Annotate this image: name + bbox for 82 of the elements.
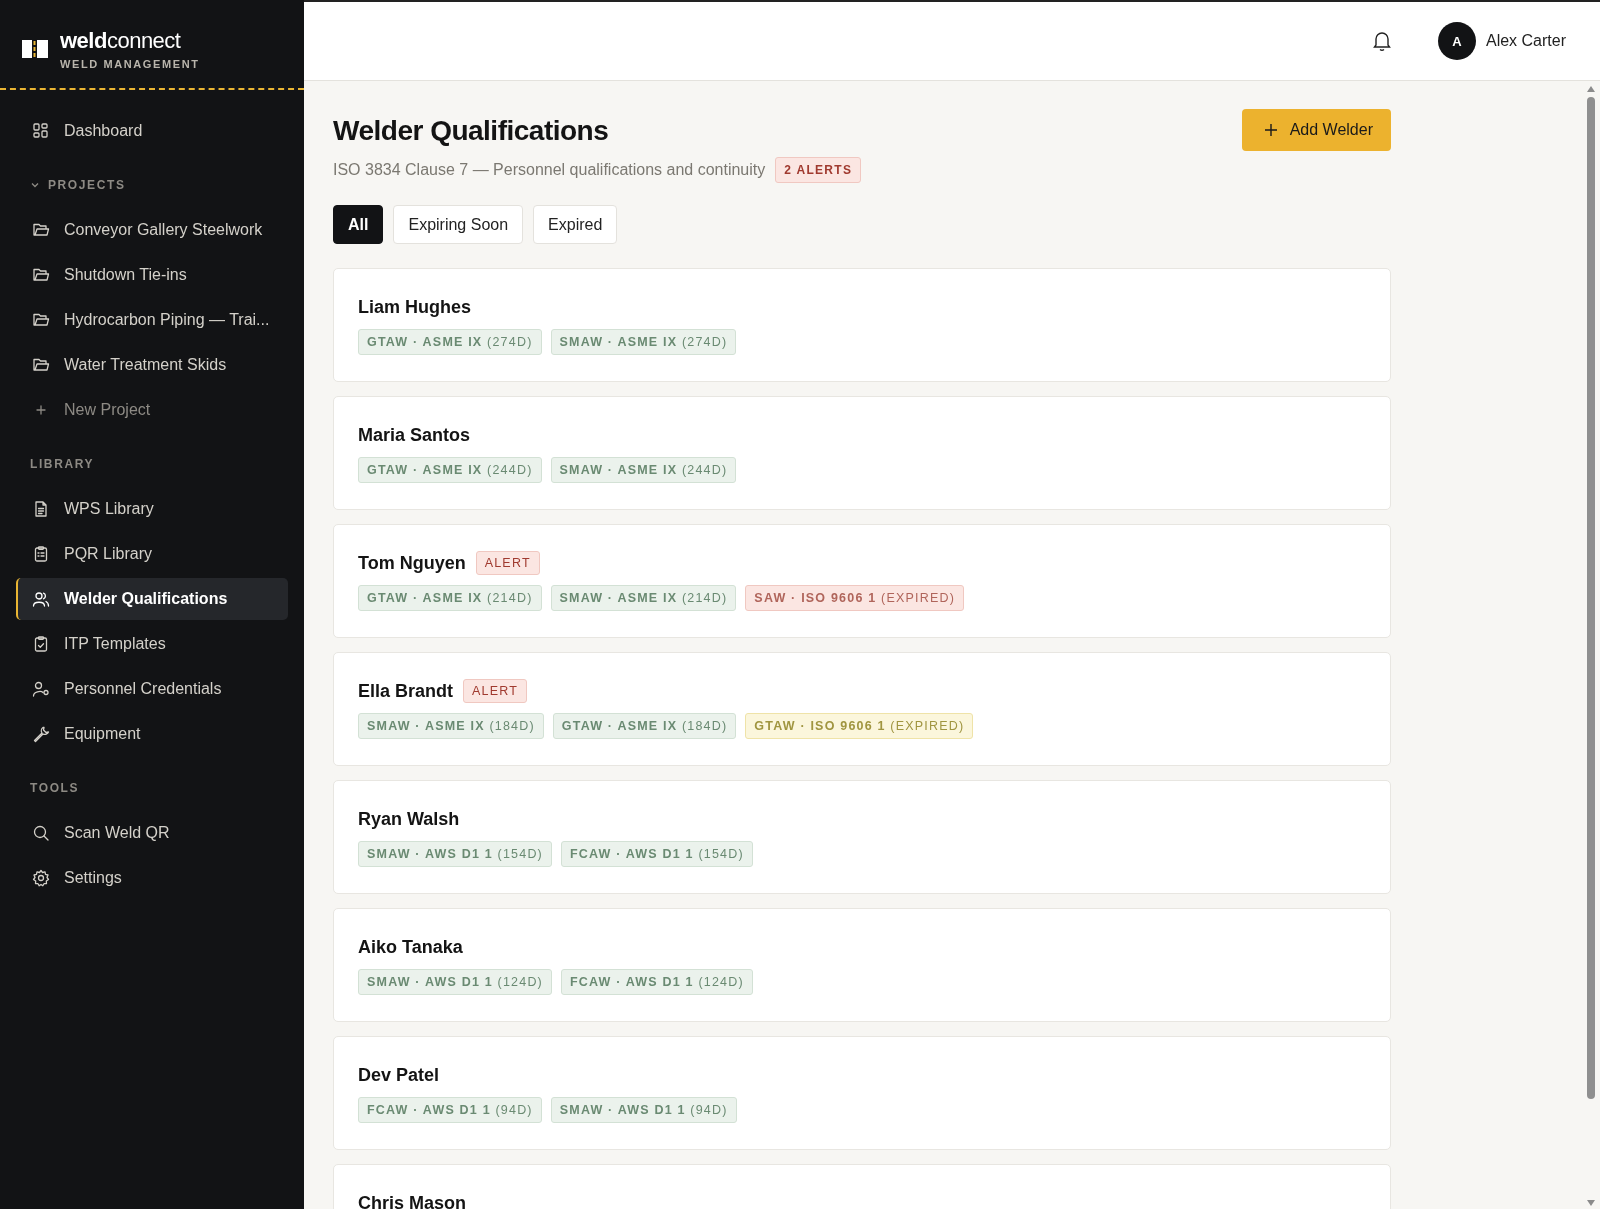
nav-item[interactable]: Personnel Credentials bbox=[16, 668, 288, 710]
folder-icon bbox=[32, 221, 50, 239]
nav-item[interactable]: PQR Library bbox=[16, 533, 288, 575]
search-icon bbox=[32, 824, 50, 842]
welder-name: Dev Patel bbox=[358, 1064, 440, 1086]
nav-item[interactable]: New Project bbox=[16, 389, 288, 431]
qualification-tag: FCAW · AWS D1 1 (124D) bbox=[561, 969, 753, 995]
section-title: PROJECTS bbox=[48, 178, 126, 192]
qualification-tag: GTAW · ISO 9606 1 (EXPIRED) bbox=[745, 713, 974, 739]
settings-icon bbox=[32, 869, 50, 887]
plus-icon bbox=[1263, 123, 1278, 137]
welder-name: Aiko Tanaka bbox=[358, 936, 463, 958]
welder-card[interactable]: Liam Hughes GTAW · ASME IX (274D) SMAW · ASME IX (274D) bbox=[333, 268, 1391, 382]
folder-icon bbox=[32, 311, 50, 329]
page-title: Welder Qualifications bbox=[333, 115, 610, 147]
brand-tagline: WELD MANAGEMENT bbox=[60, 58, 200, 70]
welder-name: Ryan Walsh bbox=[358, 808, 460, 830]
welder-card[interactable]: Ella Brandt ALERT SMAW · ASME IX (184D) GTAW · ASME IX (184D) GTAW · ISO 9606 1 (EXPIRED) bbox=[333, 652, 1391, 766]
people-icon bbox=[32, 590, 50, 608]
welder-name: Maria Santos bbox=[358, 424, 471, 446]
folder-icon bbox=[32, 356, 50, 374]
alert-badge: ALERT bbox=[463, 679, 528, 703]
folder-icon bbox=[32, 266, 50, 284]
nav-item[interactable]: Shutdown Tie-ins bbox=[16, 254, 288, 296]
brand-name: weldconnect bbox=[60, 28, 182, 54]
welder-card[interactable]: Chris Mason bbox=[333, 1164, 1391, 1209]
welder-name: Liam Hughes bbox=[358, 296, 472, 318]
section-title: TOOLS bbox=[30, 781, 80, 795]
welder-name: Ella Brandt bbox=[358, 680, 454, 702]
qualification-tag: SMAW · AWS D1 1 (94D) bbox=[550, 1097, 737, 1123]
clipboard-icon bbox=[32, 545, 50, 563]
welder-card[interactable]: Maria Santos GTAW · ASME IX (244D) SMAW · ASME IX (244D) bbox=[333, 396, 1391, 510]
section-title: LIBRARY bbox=[30, 457, 95, 471]
notification-bell-icon[interactable] bbox=[1371, 30, 1392, 52]
nav-item[interactable]: Equipment bbox=[16, 713, 288, 755]
qualification-tag: SMAW · AWS D1 1 (124D) bbox=[358, 969, 552, 995]
nav-item[interactable]: WPS Library bbox=[16, 488, 288, 530]
page-subtitle: ISO 3834 Clause 7 — Personnel qualifications and continuity bbox=[333, 161, 766, 179]
document-icon bbox=[32, 500, 50, 518]
welder-card[interactable]: Ryan Walsh SMAW · AWS D1 1 (154D) FCAW · AWS D1 1 (154D) bbox=[333, 780, 1391, 894]
qualification-tag: FCAW · AWS D1 1 (154D) bbox=[561, 841, 753, 867]
welder-card[interactable]: Tom Nguyen ALERT GTAW · ASME IX (214D) SMAW · ASME IX (214D) SAW · ISO 9606 1 (EXPIRED) bbox=[333, 524, 1391, 638]
user-avatar[interactable]: A bbox=[1437, 22, 1476, 60]
qualification-tag: FCAW · AWS D1 1 (94D) bbox=[358, 1097, 542, 1123]
welder-name: Chris Mason bbox=[358, 1192, 467, 1209]
filter-tab[interactable]: All bbox=[333, 205, 384, 244]
alert-badge: ALERT bbox=[475, 551, 540, 575]
clipboard-check-icon bbox=[32, 635, 50, 653]
welder-card[interactable]: Aiko Tanaka SMAW · AWS D1 1 (124D) FCAW · AWS D1 1 (124D) bbox=[333, 908, 1391, 1022]
qualification-tag: GTAW · ASME IX (244D) bbox=[358, 457, 542, 483]
person-gear-icon bbox=[32, 680, 50, 698]
dashboard-icon bbox=[32, 122, 50, 140]
logo-icon bbox=[22, 38, 48, 60]
scroll-up-arrow-icon[interactable] bbox=[1586, 85, 1596, 93]
qualification-tag: SMAW · ASME IX (244D) bbox=[550, 457, 737, 483]
chevron-icon[interactable] bbox=[30, 180, 40, 190]
nav-item[interactable]: Settings bbox=[16, 857, 288, 899]
nav-item[interactable]: Welder Qualifications bbox=[16, 578, 288, 620]
nav-item[interactable]: Conveyor Gallery Steelwork bbox=[16, 209, 288, 251]
qualification-tag: SMAW · ASME IX (274D) bbox=[550, 329, 737, 355]
nav-item[interactable]: Dashboard bbox=[16, 110, 288, 152]
scroll-down-arrow-icon[interactable] bbox=[1586, 1199, 1596, 1207]
nav-item[interactable]: Scan Weld QR bbox=[16, 812, 288, 854]
add-welder-button[interactable]: Add Welder bbox=[1241, 109, 1391, 151]
qualification-tag: SMAW · ASME IX (184D) bbox=[358, 713, 544, 739]
scrollbar-thumb[interactable] bbox=[1587, 97, 1595, 1099]
welder-card[interactable]: Dev Patel FCAW · AWS D1 1 (94D) SMAW · AWS D1 1 (94D) bbox=[333, 1036, 1391, 1150]
welder-name: Tom Nguyen bbox=[358, 552, 466, 574]
wrench-icon bbox=[32, 725, 50, 743]
qualification-tag: SMAW · ASME IX (214D) bbox=[550, 585, 737, 611]
filter-tab[interactable]: Expired bbox=[533, 205, 618, 244]
qualification-tag: SMAW · AWS D1 1 (154D) bbox=[358, 841, 552, 867]
nav-item[interactable]: ITP Templates bbox=[16, 623, 288, 665]
filter-tab[interactable]: Expiring Soon bbox=[393, 205, 524, 244]
qualification-tag: GTAW · ASME IX (214D) bbox=[358, 585, 542, 611]
alert-count-badge: 2 ALERTS bbox=[775, 157, 862, 183]
qualification-tag: SAW · ISO 9606 1 (EXPIRED) bbox=[745, 585, 965, 611]
user-name[interactable]: Alex Carter bbox=[1485, 32, 1566, 50]
qualification-tag: GTAW · ASME IX (184D) bbox=[552, 713, 737, 739]
qualification-tag: GTAW · ASME IX (274D) bbox=[358, 329, 542, 355]
nav-item[interactable]: Hydrocarbon Piping — Trai... bbox=[16, 299, 288, 341]
nav-item[interactable]: Water Treatment Skids bbox=[16, 344, 288, 386]
